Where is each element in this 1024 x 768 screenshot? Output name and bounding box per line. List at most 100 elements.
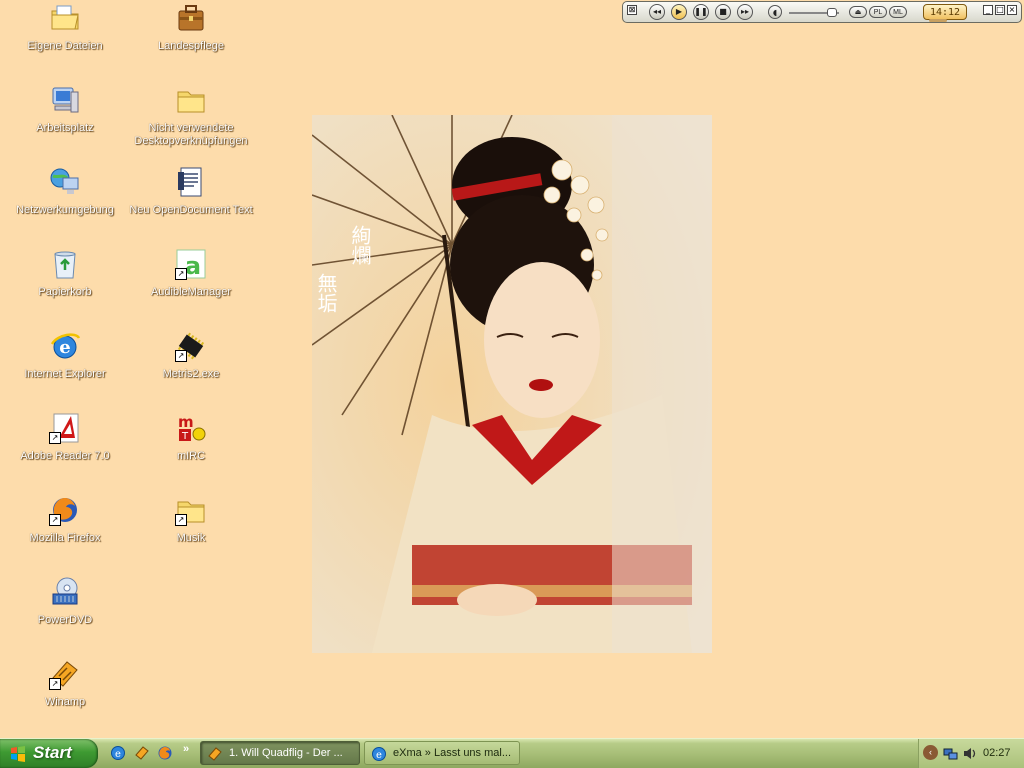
desktop-icon-label: PowerDVD [37,614,93,626]
svg-text:T: T [181,431,189,442]
svg-text:m: m [178,413,194,431]
briefcase-icon [175,2,207,34]
winamp-seek-bar[interactable] [929,19,947,22]
desktop-icon-papierkorb[interactable]: Papierkorb [0,248,130,299]
shortcut-arrow-icon: ↗ [175,350,187,362]
folder-icon [175,84,207,116]
svg-text:e: e [59,337,70,358]
winamp-media-library-button[interactable]: ML [889,6,907,18]
powerdvd-icon [49,576,81,608]
system-tray: ‹ 02:27 [918,739,1024,768]
speaker-volume-icon[interactable] [962,746,977,761]
winamp-previous-button[interactable]: ◂◂ [649,4,665,20]
desktop-icon-metris2[interactable]: ↗ Metris2.exe [126,330,256,381]
winamp-pause-button[interactable]: ❚❚ [693,4,709,20]
svg-text:e: e [115,749,121,760]
folder-icon: ↗ [175,494,207,526]
document-icon [175,166,207,198]
desktop-icon-label: Eigene Dateien [27,40,103,52]
winamp-play-button[interactable]: ▶ [671,4,687,20]
winamp-close-button[interactable]: × [1007,5,1017,15]
adobe-reader-icon: ↗ [49,412,81,444]
audible-icon: a ↗ [175,248,207,280]
chip-icon: ↗ [175,330,207,362]
desktop-icon-label: Arbeitsplatz [36,122,94,134]
mirc-icon: mT [175,412,207,444]
desktop-icon-landespflege[interactable]: Landespflege [126,2,256,53]
shortcut-arrow-icon: ↗ [175,514,187,526]
quicklaunch-winamp-icon[interactable] [134,745,150,761]
calligraphy-text-2: 無垢 [314,273,338,313]
desktop-icon-label: mIRC [176,450,206,462]
desktop-icon-label: Internet Explorer [24,368,106,380]
quicklaunch-more-button[interactable]: » [183,743,189,755]
start-button[interactable]: Start [0,739,98,768]
desktop-icon-mozilla-firefox[interactable]: ↗ Mozilla Firefox [0,494,130,545]
firefox-icon: ↗ [49,494,81,526]
start-label: Start [33,743,72,762]
desktop-icon-internet-explorer[interactable]: e Internet Explorer [0,330,130,381]
desktop-icon-adobe-reader[interactable]: ↗ Adobe Reader 7.0 [0,412,130,463]
shortcut-arrow-icon: ↗ [49,678,61,690]
shortcut-arrow-icon: ↗ [49,514,61,526]
taskbar: Start e » 1. Will Quadflig - Der ... e e… [0,738,1024,768]
network-places-icon [49,166,81,198]
tray-expand-button[interactable]: ‹ [923,745,938,760]
winamp-playlist-button[interactable]: PL [869,6,887,18]
shortcut-arrow-icon: ↗ [175,268,187,280]
speaker-icon[interactable]: ◖ [768,5,782,19]
shortcut-arrow-icon: ↗ [49,432,61,444]
recycle-bin-icon [49,248,81,280]
desktop-icon-winamp[interactable]: ↗ Winamp [0,658,130,709]
desktop-icon-netzwerkumgebung[interactable]: Netzwerkumgebung [0,166,130,217]
desktop-icon-nicht-verwendete-verknuepfungen[interactable]: Nicht verwendete Desktopverknüpfungen [126,84,256,148]
winamp-eject-button[interactable]: ⏏ [849,6,867,18]
geisha-illustration: 絢爛 無垢 [312,115,712,653]
taskbar-button-label: eXma » Lasst uns mal... [393,747,511,759]
desktop-icon-label: Neu OpenDocument Text [129,204,253,216]
calligraphy-text-1: 絢爛 [348,225,372,266]
taskbar-button-internet-explorer[interactable]: e eXma » Lasst uns mal... [364,741,520,765]
desktop-icon-label: Mozilla Firefox [29,532,101,544]
winamp-player[interactable]: ⊠ ◂◂ ▶ ❚❚ ■ ▸▸ ◖ ⏏ PL ML 14:12 _ □ × [622,1,1022,23]
desktop-icon-mirc[interactable]: mT mIRC [126,412,256,463]
winamp-next-button[interactable]: ▸▸ [737,4,753,20]
desktop-icon-neu-opendocument-text[interactable]: Neu OpenDocument Text [126,166,256,217]
quicklaunch-firefox-icon[interactable] [157,745,173,761]
desktop-icon-label: Adobe Reader 7.0 [20,450,110,462]
wallpaper-geisha-image: 絢爛 無垢 [312,115,712,653]
desktop-icon-arbeitsplatz[interactable]: Arbeitsplatz [0,84,130,135]
winamp-minimize-button[interactable]: _ [983,5,993,15]
desktop-icon-eigene-dateien[interactable]: Eigene Dateien [0,2,130,53]
desktop-icon-label: Netzwerkumgebung [16,204,114,216]
desktop-icon-label: Musik [176,532,206,544]
desktop-icon-label: Winamp [44,696,86,708]
svg-text:a: a [185,252,201,280]
quicklaunch-internet-explorer-icon[interactable]: e [110,745,126,761]
desktop-icon-label: Nicht verwendete Desktopverknüpfungen [134,122,248,147]
winamp-shade-button[interactable]: □ [995,5,1005,15]
desktop-icon-powerdvd[interactable]: PowerDVD [0,576,130,627]
network-connection-icon[interactable] [943,746,958,761]
windows-logo-icon [11,746,25,762]
desktop-icon-label: Landespflege [157,40,225,52]
winamp-menu-icon[interactable]: ⊠ [627,5,637,15]
winamp-icon: ↗ [49,658,81,690]
taskbar-button-winamp[interactable]: 1. Will Quadflig - Der ... [200,741,360,765]
clock[interactable]: 02:27 [983,747,1011,759]
my-computer-icon [49,84,81,116]
winamp-stop-button[interactable]: ■ [715,4,731,20]
my-documents-folder-icon [49,2,81,34]
desktop-icon-label: Papierkorb [38,286,92,298]
desktop-icon-label: AudibleManager [150,286,232,298]
desktop-icon-musik[interactable]: ↗ Musik [126,494,256,545]
desktop-icon-audiblemanager[interactable]: a ↗ AudibleManager [126,248,256,299]
internet-explorer-icon: e [372,747,386,761]
winamp-icon [208,747,222,761]
svg-text:e: e [376,750,382,761]
taskbar-button-label: 1. Will Quadflig - Der ... [229,747,343,759]
desktop-icon-label: Metris2.exe [162,368,220,380]
internet-explorer-icon: e [49,330,81,362]
volume-slider-handle[interactable] [827,8,837,17]
winamp-time-display[interactable]: 14:12 [923,4,967,20]
